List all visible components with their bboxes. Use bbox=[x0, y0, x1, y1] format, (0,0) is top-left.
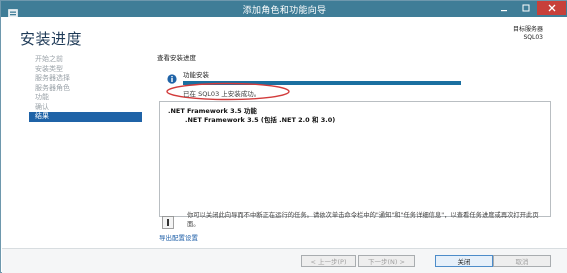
next-button[interactable]: 下一步(N) > bbox=[358, 255, 415, 267]
destination-server: SQL03 bbox=[523, 34, 543, 41]
nav-item-features[interactable]: 功能 bbox=[29, 93, 142, 103]
wizard-window: 添加角色和功能向导 安装进度 目标服务器 SQL03 开始之前 安装类型 服务器… bbox=[0, 0, 567, 273]
destination-label: 目标服务器 bbox=[512, 26, 543, 33]
minimize-icon bbox=[501, 10, 507, 12]
nav-item-confirmation[interactable]: 确认 bbox=[29, 103, 142, 113]
previous-button[interactable]: < 上一步(P) bbox=[301, 255, 356, 267]
maximize-icon bbox=[522, 4, 530, 12]
result-feature-item: .NET Framework 3.5 (包括 .NET 2.0 和 3.0) bbox=[185, 116, 336, 124]
nav-item-results[interactable]: 结果 bbox=[29, 112, 142, 122]
info-icon bbox=[167, 69, 177, 84]
page-title: 安装进度 bbox=[20, 30, 83, 48]
cancel-button[interactable]: 取消 bbox=[493, 255, 551, 267]
nav-item-server-selection[interactable]: 服务器选择 bbox=[29, 74, 142, 84]
title-bar: 添加角色和功能向导 bbox=[1, 1, 567, 19]
window-title: 添加角色和功能向导 bbox=[242, 6, 327, 16]
wizard-nav: 开始之前 安装类型 服务器选择 服务器角色 功能 确认 结果 bbox=[29, 55, 142, 122]
results-box: .NET Framework 3.5 功能 .NET Framework 3.5… bbox=[159, 101, 551, 217]
destination-server-block: 目标服务器 SQL03 bbox=[513, 26, 543, 42]
close-wizard-note: 你可以关闭此向导而不中断正在运行的任务。请依次单击命令栏中的"通知"和"任务详细… bbox=[187, 212, 539, 228]
nav-item-before-you-begin[interactable]: 开始之前 bbox=[29, 55, 142, 65]
close-button[interactable]: 关闭 bbox=[435, 255, 493, 267]
maximize-button[interactable] bbox=[515, 1, 537, 15]
wizard-content: 安装进度 目标服务器 SQL03 开始之前 安装类型 服务器选择 服务器角色 功… bbox=[2, 17, 567, 273]
export-configuration-link[interactable]: 导出配置设置 bbox=[159, 232, 198, 242]
feature-installation-label: 功能安装 bbox=[183, 71, 209, 79]
success-message: 已在 SQL03 上安装成功。 bbox=[183, 90, 261, 98]
close-icon bbox=[548, 4, 555, 12]
nav-item-server-roles[interactable]: 服务器角色 bbox=[29, 84, 142, 94]
nav-item-installation-type[interactable]: 安装类型 bbox=[29, 65, 142, 75]
note-icon bbox=[162, 214, 174, 229]
close-window-button[interactable] bbox=[537, 1, 566, 15]
minimize-button[interactable] bbox=[493, 1, 515, 15]
progress-heading: 查看安装进度 bbox=[157, 54, 196, 62]
